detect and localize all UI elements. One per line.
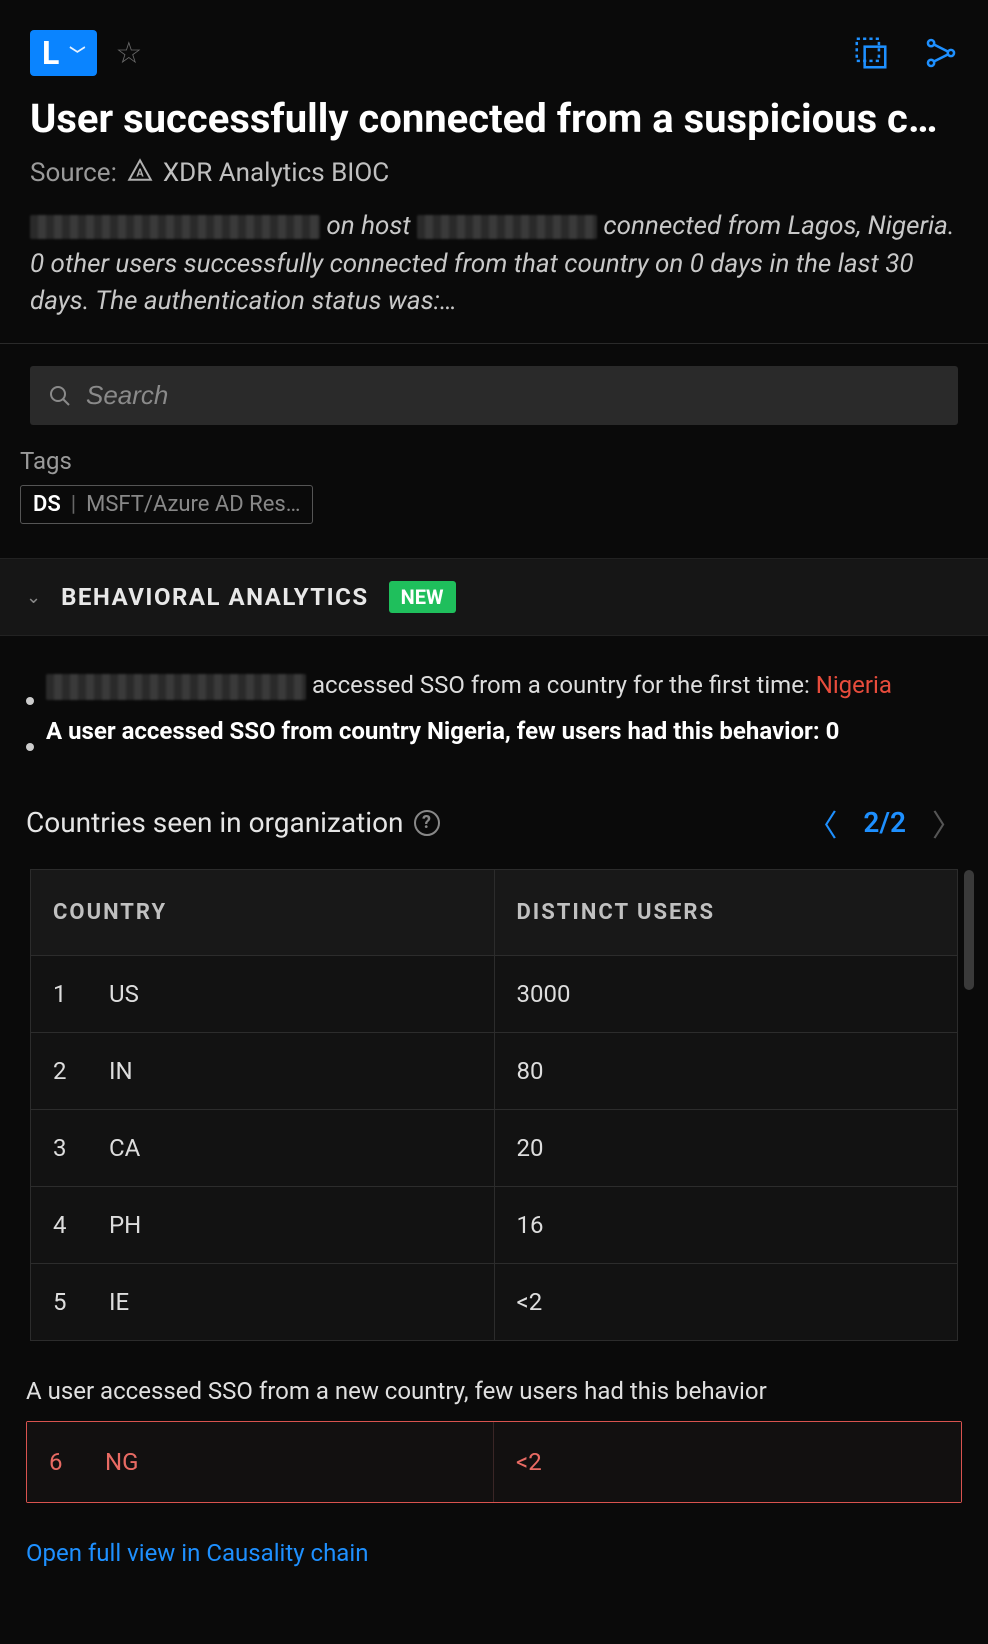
pager-count: 2/2 [863,806,906,839]
cell-users: 80 [495,1033,959,1109]
countries-title-wrap: Countries seen in organization ? [26,806,440,839]
table-row[interactable]: 2IN 80 [31,1033,958,1110]
bullet-item: accessed SSO from a country for the firs… [26,666,962,704]
help-icon[interactable]: ? [414,810,440,836]
col-country: COUNTRY [31,870,495,955]
scrollbar-thumb[interactable] [964,870,974,990]
header-left: L ﹀ ☆ [30,30,142,76]
countries-head: Countries seen in organization ? 〈 2/2 〉 [0,775,988,869]
countries-title: Countries seen in organization [26,806,404,839]
header-right [852,34,958,72]
severity-letter: L [42,34,59,72]
bullet-dot-icon [26,697,34,705]
source-label: Source: [30,158,117,188]
search-input[interactable] [86,380,940,411]
table-row[interactable]: 4PH 16 [31,1187,958,1264]
chevron-down-icon: ﹀ [69,41,85,65]
cell-users: 16 [495,1187,959,1263]
analytics-icon: A [127,158,153,188]
tag-chip[interactable]: DS | MSFT/Azure AD Res… [20,485,313,524]
cell-users: 3000 [495,956,959,1032]
tag-prefix: DS [33,492,61,517]
graph-icon[interactable] [924,36,958,70]
select-box-icon[interactable] [852,34,890,72]
tags-label: Tags [20,447,968,475]
bullet-highlight: Nigeria [816,671,892,699]
pager-next-button[interactable]: 〉 [932,801,962,845]
anomaly-caption: A user accessed SSO from a new country, … [0,1341,988,1421]
pager-prev-button[interactable]: 〈 [807,801,837,845]
alert-description: on host connected from Lagos, Nigeria. 0… [0,202,988,343]
redacted-user [46,674,306,700]
search-wrap [0,344,988,447]
bullet-item: A user accessed SSO from country Nigeria… [26,712,962,750]
svg-text:A: A [136,167,144,180]
countries-table: COUNTRY DISTINCT USERS 1US 3000 2IN 80 3… [30,869,958,1341]
cell-users: <2 [494,1422,961,1502]
open-causality-link[interactable]: Open full view in Causality chain [0,1503,988,1603]
col-distinct-users: DISTINCT USERS [495,870,959,955]
redacted-user [30,215,320,239]
cell-country: 4PH [31,1187,495,1263]
table-row[interactable]: 5IE <2 [31,1264,958,1340]
cell-country: 3CA [31,1110,495,1186]
anomaly-row[interactable]: 6NG <2 [26,1421,962,1503]
scrollbar[interactable] [964,870,974,1340]
severity-dropdown[interactable]: L ﹀ [30,30,97,76]
behavior-bullets: accessed SSO from a country for the firs… [0,636,988,775]
source-row: Source: A XDR Analytics BIOC [0,144,988,202]
alert-header: L ﹀ ☆ [0,0,988,94]
desc-part1: on host [326,211,410,241]
cell-country: 5IE [31,1264,495,1340]
bullet-highlight: 0 [826,717,840,745]
redacted-host [417,215,597,239]
bullet-dot-icon [26,743,34,751]
bullet-content: A user accessed SSO from country Nigeria… [46,712,839,750]
table-header-row: COUNTRY DISTINCT USERS [31,870,958,956]
table-row[interactable]: 1US 3000 [31,956,958,1033]
source-name: XDR Analytics BIOC [163,158,389,188]
cell-users: 20 [495,1110,959,1186]
search-box[interactable] [30,366,958,425]
cell-country: 6NG [27,1422,494,1502]
star-icon[interactable]: ☆ [115,36,142,71]
bullet-text: A user accessed SSO from country Nigeria… [46,717,820,745]
alert-title: User successfully connected from a suspi… [0,94,988,144]
table-row[interactable]: 3CA 20 [31,1110,958,1187]
tag-sep: | [71,492,76,517]
cell-country: 1US [31,956,495,1032]
section-behavioral-analytics[interactable]: ⌄ BEHAVIORAL ANALYTICS NEW [0,558,988,636]
pager: 〈 2/2 〉 [807,801,962,845]
new-badge: NEW [389,581,456,613]
section-title: BEHAVIORAL ANALYTICS [61,583,369,611]
tags-block: Tags DS | MSFT/Azure AD Res… [0,447,988,558]
cell-country: 2IN [31,1033,495,1109]
tag-rest: MSFT/Azure AD Res… [86,492,300,517]
cell-users: <2 [495,1264,959,1340]
chevron-down-icon: ⌄ [26,587,41,608]
search-icon [48,384,72,408]
bullet-text: accessed SSO from a country for the firs… [312,671,810,699]
bullet-content: accessed SSO from a country for the firs… [46,666,892,704]
